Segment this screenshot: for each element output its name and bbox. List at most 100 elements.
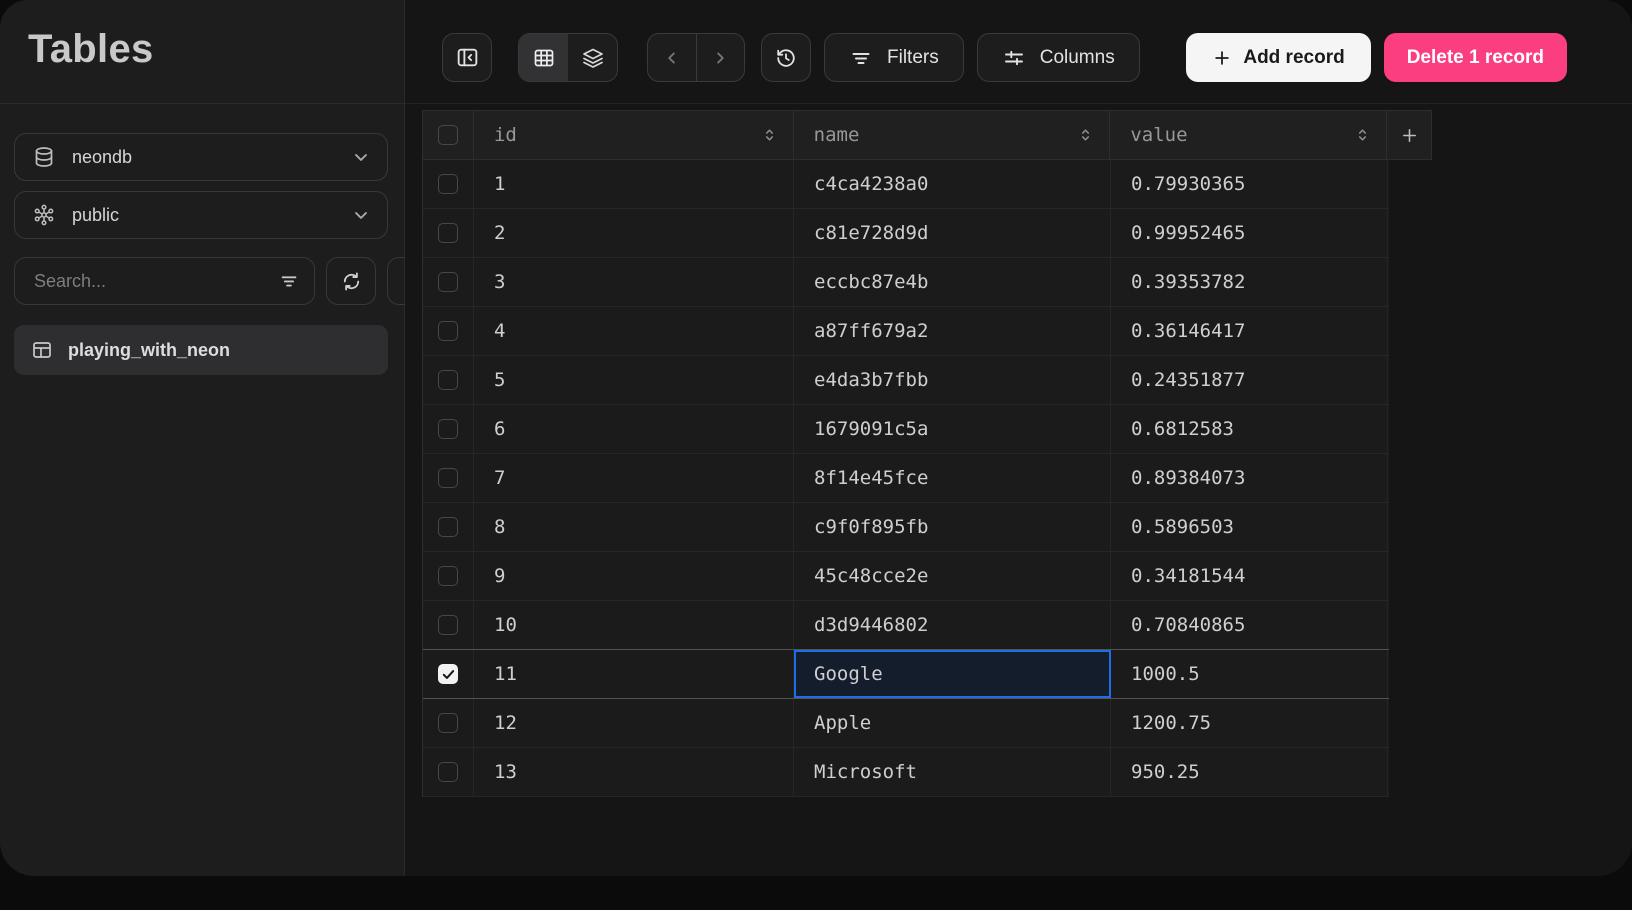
collapse-sidebar-button[interactable] (442, 33, 492, 82)
cell-id[interactable]: 6 (474, 405, 794, 453)
cell-id[interactable]: 1 (474, 160, 794, 208)
row-checkbox-cell (423, 699, 474, 747)
row-checkbox-checked[interactable] (438, 664, 458, 684)
panel-left-close-icon (455, 45, 480, 70)
cell-id[interactable]: 7 (474, 454, 794, 502)
layers-view-tab[interactable] (568, 34, 617, 81)
row-checkbox-cell (423, 748, 474, 796)
cell-value[interactable]: 0.36146417 (1111, 307, 1388, 355)
cell-name[interactable]: e4da3b7fbb (794, 356, 1111, 404)
cell-id[interactable]: 8 (474, 503, 794, 551)
cell-value[interactable]: 0.99952465 (1111, 209, 1388, 257)
row-checkbox[interactable] (438, 370, 458, 390)
cell-value[interactable]: 0.70840865 (1111, 601, 1388, 649)
grid-view-icon (532, 46, 556, 70)
add-column-button[interactable] (1387, 111, 1432, 159)
sort-icon[interactable] (1353, 126, 1372, 145)
row-checkbox[interactable] (438, 517, 458, 537)
database-icon (32, 145, 56, 169)
cell-id[interactable]: 9 (474, 552, 794, 600)
toolbar: Filters Columns Add record Delete 1 reco… (442, 33, 1567, 82)
cell-name[interactable]: d3d9446802 (794, 601, 1111, 649)
row-checkbox-cell (423, 454, 474, 502)
cell-value[interactable]: 1000.5 (1111, 650, 1388, 698)
column-header-value[interactable]: value (1110, 111, 1388, 159)
row-checkbox[interactable] (438, 272, 458, 292)
table-row: 7 8f14e45fce 0.89384073 (423, 454, 1389, 503)
cell-name[interactable]: Microsoft (794, 748, 1111, 796)
cell-id[interactable]: 10 (474, 601, 794, 649)
filters-button-label: Filters (887, 46, 939, 68)
cell-name[interactable]: 1679091c5a (794, 405, 1111, 453)
prev-page-button[interactable] (648, 34, 696, 81)
cell-id[interactable]: 5 (474, 356, 794, 404)
cell-value[interactable]: 1200.75 (1111, 699, 1388, 747)
cell-name[interactable]: c81e728d9d (794, 209, 1111, 257)
search-input[interactable] (32, 269, 268, 293)
cell-name[interactable]: c9f0f895fb (794, 503, 1111, 551)
cell-id[interactable]: 3 (474, 258, 794, 306)
history-button[interactable] (761, 33, 811, 82)
cell-name[interactable]: 45c48cce2e (794, 552, 1111, 600)
row-checkbox[interactable] (438, 566, 458, 586)
plus-icon (1399, 125, 1420, 146)
refresh-button[interactable] (326, 257, 376, 305)
data-grid: id name value 1 c4ca4238a0 0.79930365 2 … (422, 110, 1432, 797)
refresh-icon (340, 270, 363, 293)
row-checkbox-cell (423, 503, 474, 551)
row-checkbox[interactable] (438, 223, 458, 243)
row-checkbox[interactable] (438, 321, 458, 341)
next-page-button[interactable] (695, 34, 745, 81)
sidebar-item-playing-with-neon[interactable]: playing_with_neon (14, 325, 388, 375)
cell-id[interactable]: 13 (474, 748, 794, 796)
sidebar: Tables neondb public Search... playing_w… (0, 0, 437, 876)
row-checkbox[interactable] (438, 419, 458, 439)
cell-value[interactable]: 950.25 (1111, 748, 1388, 796)
cell-id[interactable]: 4 (474, 307, 794, 355)
cell-value[interactable]: 0.34181544 (1111, 552, 1388, 600)
row-checkbox[interactable] (438, 174, 458, 194)
columns-button[interactable]: Columns (976, 33, 1140, 82)
cell-id[interactable]: 2 (474, 209, 794, 257)
table-row: 11 Google 1000.5 (423, 650, 1389, 699)
cell-name[interactable]: c4ca4238a0 (794, 160, 1111, 208)
row-checkbox[interactable] (438, 762, 458, 782)
filter-icon[interactable] (278, 270, 300, 292)
row-checkbox[interactable] (438, 468, 458, 488)
chevron-down-icon (351, 147, 371, 167)
row-checkbox[interactable] (438, 713, 458, 733)
schema-select[interactable]: public (14, 191, 388, 239)
cell-value[interactable]: 0.39353782 (1111, 258, 1388, 306)
delete-record-button[interactable]: Delete 1 record (1383, 33, 1567, 82)
cell-value[interactable]: 0.24351877 (1111, 356, 1388, 404)
add-record-button[interactable]: Add record (1186, 33, 1371, 82)
database-select[interactable]: neondb (14, 133, 388, 181)
select-all-checkbox[interactable] (437, 125, 458, 145)
table-row: 5 e4da3b7fbb 0.24351877 (423, 356, 1389, 405)
row-checkbox[interactable] (438, 615, 458, 635)
grid-view-tab[interactable] (519, 34, 568, 81)
filters-button[interactable]: Filters (824, 33, 964, 82)
cell-id[interactable]: 12 (474, 699, 794, 747)
cell-name[interactable]: a87ff679a2 (794, 307, 1111, 355)
cell-name[interactable]: eccbc87e4b (794, 258, 1111, 306)
row-checkbox-cell (423, 258, 474, 306)
main-panel: Filters Columns Add record Delete 1 reco… (405, 0, 1632, 876)
cell-name[interactable]: Apple (794, 699, 1111, 747)
sort-icon[interactable] (1076, 126, 1095, 145)
search-box[interactable] (14, 257, 315, 305)
filter-lines-icon (849, 46, 873, 70)
cell-value[interactable]: 0.6812583 (1111, 405, 1388, 453)
column-header-name[interactable]: name (794, 111, 1111, 159)
cell-name[interactable]: 8f14e45fce (794, 454, 1111, 502)
table-row: 1 c4ca4238a0 0.79930365 (423, 160, 1389, 209)
cell-id[interactable]: 11 (474, 650, 794, 698)
cell-value[interactable]: 0.79930365 (1111, 160, 1388, 208)
page-background: Tables neondb public Search... playing_w… (0, 0, 1632, 910)
cell-value[interactable]: 0.89384073 (1111, 454, 1388, 502)
cell-value[interactable]: 0.5896503 (1111, 503, 1388, 551)
cell-name[interactable]: Google (794, 650, 1111, 698)
column-header-id[interactable]: id (474, 111, 794, 159)
grid-body: 1 c4ca4238a0 0.79930365 2 c81e728d9d 0.999524… (423, 160, 1432, 797)
sort-icon[interactable] (760, 126, 779, 145)
